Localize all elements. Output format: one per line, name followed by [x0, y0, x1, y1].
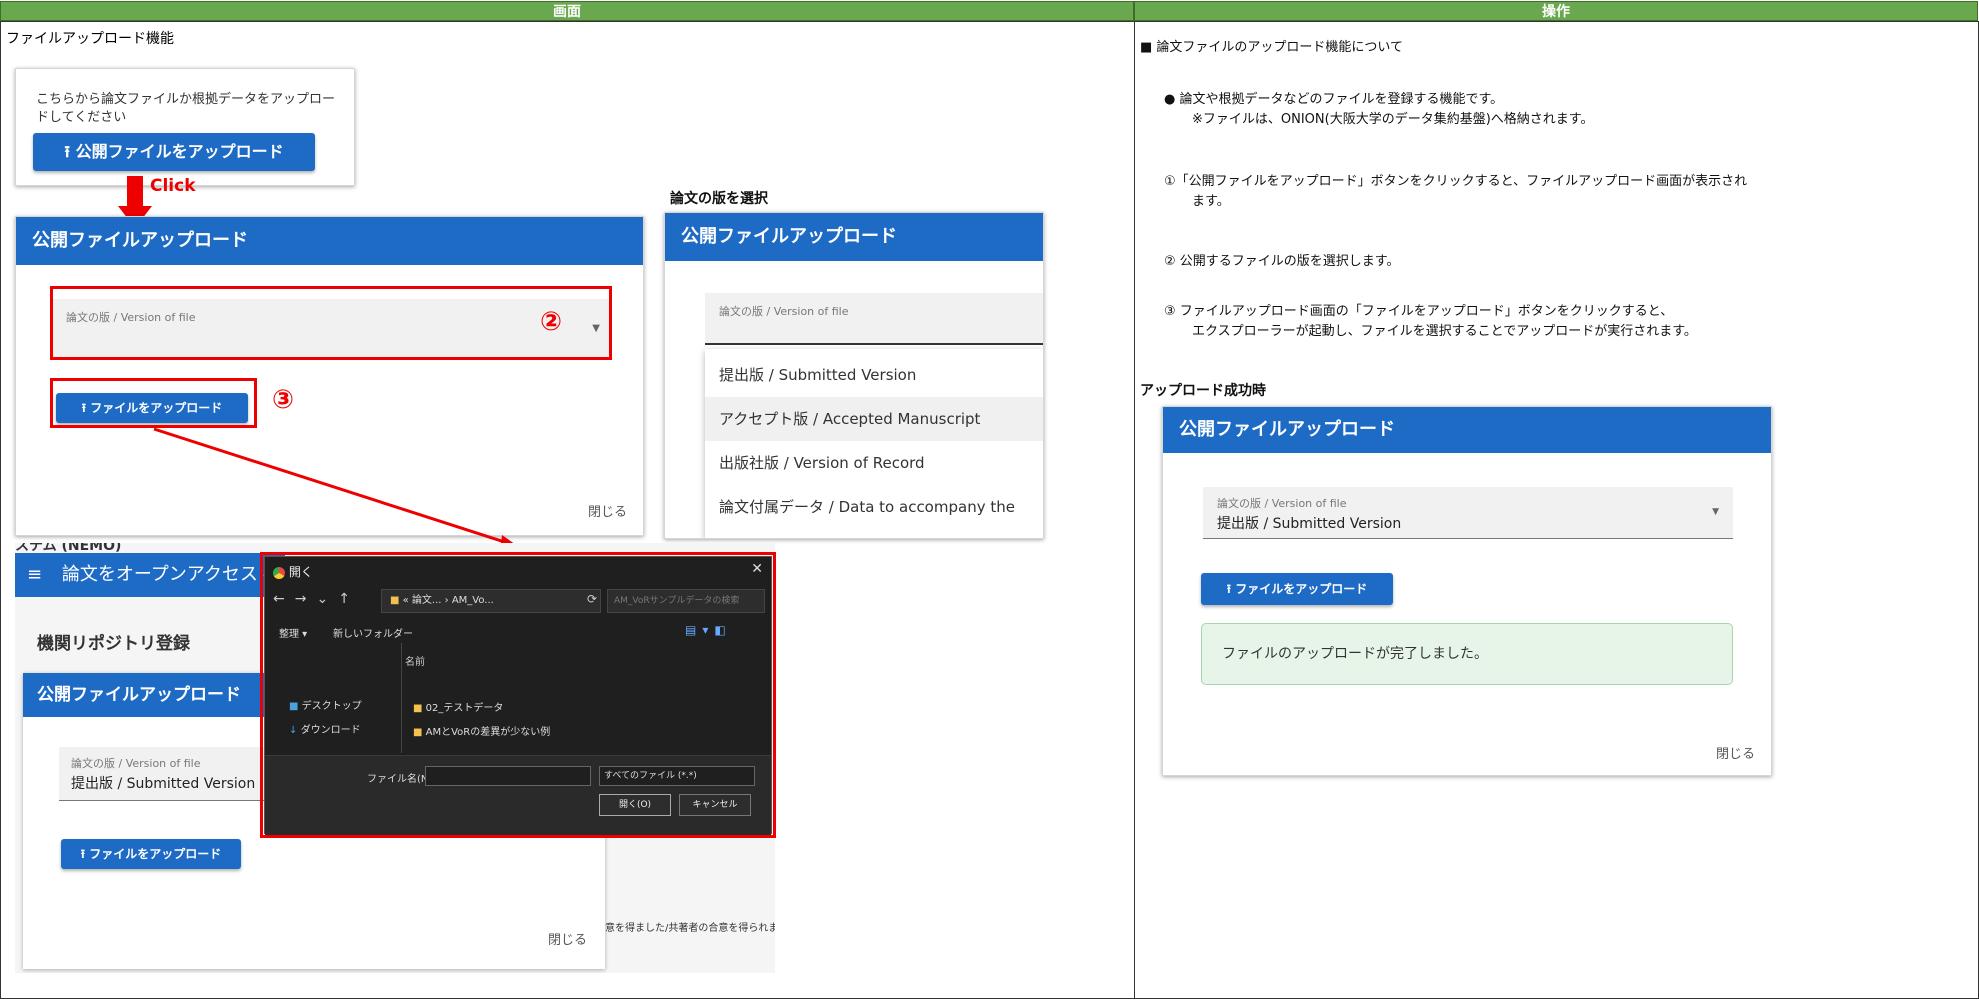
page-title: 機関リポジトリ登録: [37, 634, 190, 654]
version-select-caption: 論文の版を選択: [670, 191, 768, 207]
background-upload-button[interactable]: ⭱ ファイルをアップロード: [61, 839, 241, 869]
annotation-box-upload: [50, 378, 257, 428]
app-nav-title: 論文をオープンアクセスに: [61, 564, 276, 585]
upload-icon: ⭱: [64, 142, 70, 161]
version-option-record[interactable]: 出版社版 / Version of Record: [705, 441, 1043, 485]
version-select-label-2: 論文の版 / Version of file: [719, 305, 849, 318]
version-option-data[interactable]: 論文付属データ / Data to accompany the paper: [705, 485, 1043, 529]
annotation-marker-2: ②: [540, 307, 563, 337]
upload-dialog-version-open: 公開ファイルアップロード 論文の版 / Version of file 提出版 …: [664, 212, 1044, 539]
click-arrow-shaft: [127, 176, 143, 210]
upload-success-alert: ファイルのアップロードが完了しました。: [1201, 623, 1733, 685]
click-label: Click: [150, 176, 196, 196]
annotation-box-version: [50, 286, 612, 360]
operation-column-header: 操作: [1134, 1, 1978, 21]
success-dialog-title: 公開ファイルアップロード: [1163, 407, 1771, 453]
step-3-line1: ③ ファイルアップロード画面の「ファイルをアップロード」ボタンをクリックすると、: [1164, 304, 1674, 319]
public-file-upload-button-label: 公開ファイルをアップロード: [75, 142, 284, 161]
success-close-button[interactable]: 閉じる: [1716, 743, 1755, 762]
upload-icon: ⭱: [1226, 582, 1231, 596]
upload-icon: ⭱: [80, 847, 85, 861]
step-3-text: ③ ファイルアップロード画面の「ファイルをアップロード」ボタンをクリックすると、…: [1164, 302, 1697, 342]
upload-description-line1: こちらから論文ファイルか根拠データをアップロー: [36, 92, 336, 107]
annotation-box-file-dialog: [260, 552, 776, 838]
step-2-text: ② 公開するファイルの版を選択します。: [1164, 254, 1400, 269]
menu-icon[interactable]: ≡: [27, 564, 42, 585]
chevron-down-icon: ▼: [1712, 507, 1719, 517]
feature-bullet: ● 論文や根拠データなどのファイルを登録する機能です。 ※ファイルは、ONION…: [1164, 90, 1594, 130]
section-title: ファイルアップロード機能: [6, 31, 174, 47]
document-sheet: 画面 操作 ファイルアップロード機能 こちらから論文ファイルか根拠データをアップ…: [0, 0, 1979, 1000]
background-version-label: 論文の版 / Version of file: [71, 757, 201, 770]
upload-entry-card: こちらから論文ファイルか根拠データをアップロー ドしてください ⭱ 公開ファイル…: [15, 68, 355, 186]
operation-heading: ■ 論文ファイルのアップロード機能について: [1140, 40, 1404, 55]
annotation-arrow-line: [153, 427, 522, 551]
annotation-marker-3: ③: [272, 385, 295, 415]
step-1-line1: ①「公開ファイルをアップロード」ボタンをクリックすると、ファイルアップロード画面…: [1164, 174, 1748, 189]
version-select-open[interactable]: 論文の版 / Version of file: [705, 293, 1043, 345]
step-3-line2: エクスプローラーが起動し、ファイルを選択することでアップロードが実行されます。: [1192, 324, 1697, 339]
app-navbar: ≡ 論文をオープンアクセスに: [15, 553, 285, 597]
close-button[interactable]: 閉じる: [588, 501, 627, 520]
upload-dialog-title-2: 公開ファイルアップロード: [665, 213, 1043, 261]
screen-column-header: 画面: [0, 1, 1134, 21]
success-upload-button[interactable]: ⭱ ファイルをアップロード: [1201, 573, 1393, 605]
success-version-select[interactable]: 論文の版 / Version of file 提出版 / Submitted V…: [1203, 487, 1733, 539]
success-upload-dialog: 公開ファイルアップロード 論文の版 / Version of file 提出版 …: [1162, 406, 1772, 776]
background-version-value: 提出版 / Submitted Version: [71, 776, 256, 792]
upload-description: こちらから論文ファイルか根拠データをアップロー ドしてください: [36, 91, 335, 127]
step-1-line2: ます。: [1192, 194, 1230, 209]
feature-bullet-line1: ● 論文や根拠データなどのファイルを登録する機能です。: [1164, 92, 1504, 107]
upload-dialog-title: 公開ファイルアップロード: [16, 217, 643, 265]
version-options-menu: 提出版 / Submitted Version アクセプト版 / Accepte…: [705, 349, 1043, 538]
public-file-upload-button[interactable]: ⭱ 公開ファイルをアップロード: [33, 133, 315, 171]
success-version-value: 提出版 / Submitted Version: [1217, 516, 1402, 532]
success-version-label: 論文の版 / Version of file: [1217, 497, 1347, 510]
background-close-button[interactable]: 閉じる: [548, 929, 587, 948]
step-1-text: ①「公開ファイルをアップロード」ボタンをクリックすると、ファイルアップロード画面…: [1164, 172, 1747, 212]
version-option-submitted[interactable]: 提出版 / Submitted Version: [705, 353, 1043, 397]
background-side-text: 意を得ました/共著者の合意を得られま: [605, 923, 775, 934]
version-option-accepted[interactable]: アクセプト版 / Accepted Manuscript: [705, 397, 1043, 441]
background-upload-button-label: ファイルをアップロード: [89, 847, 222, 861]
success-caption: アップロード成功時: [1140, 383, 1266, 399]
success-upload-button-label: ファイルをアップロード: [1235, 582, 1368, 596]
upload-description-line2: ドしてください: [36, 110, 127, 125]
feature-bullet-line2: ※ファイルは、ONION(大阪大学のデータ集約基盤)へ格納されます。: [1192, 112, 1594, 127]
